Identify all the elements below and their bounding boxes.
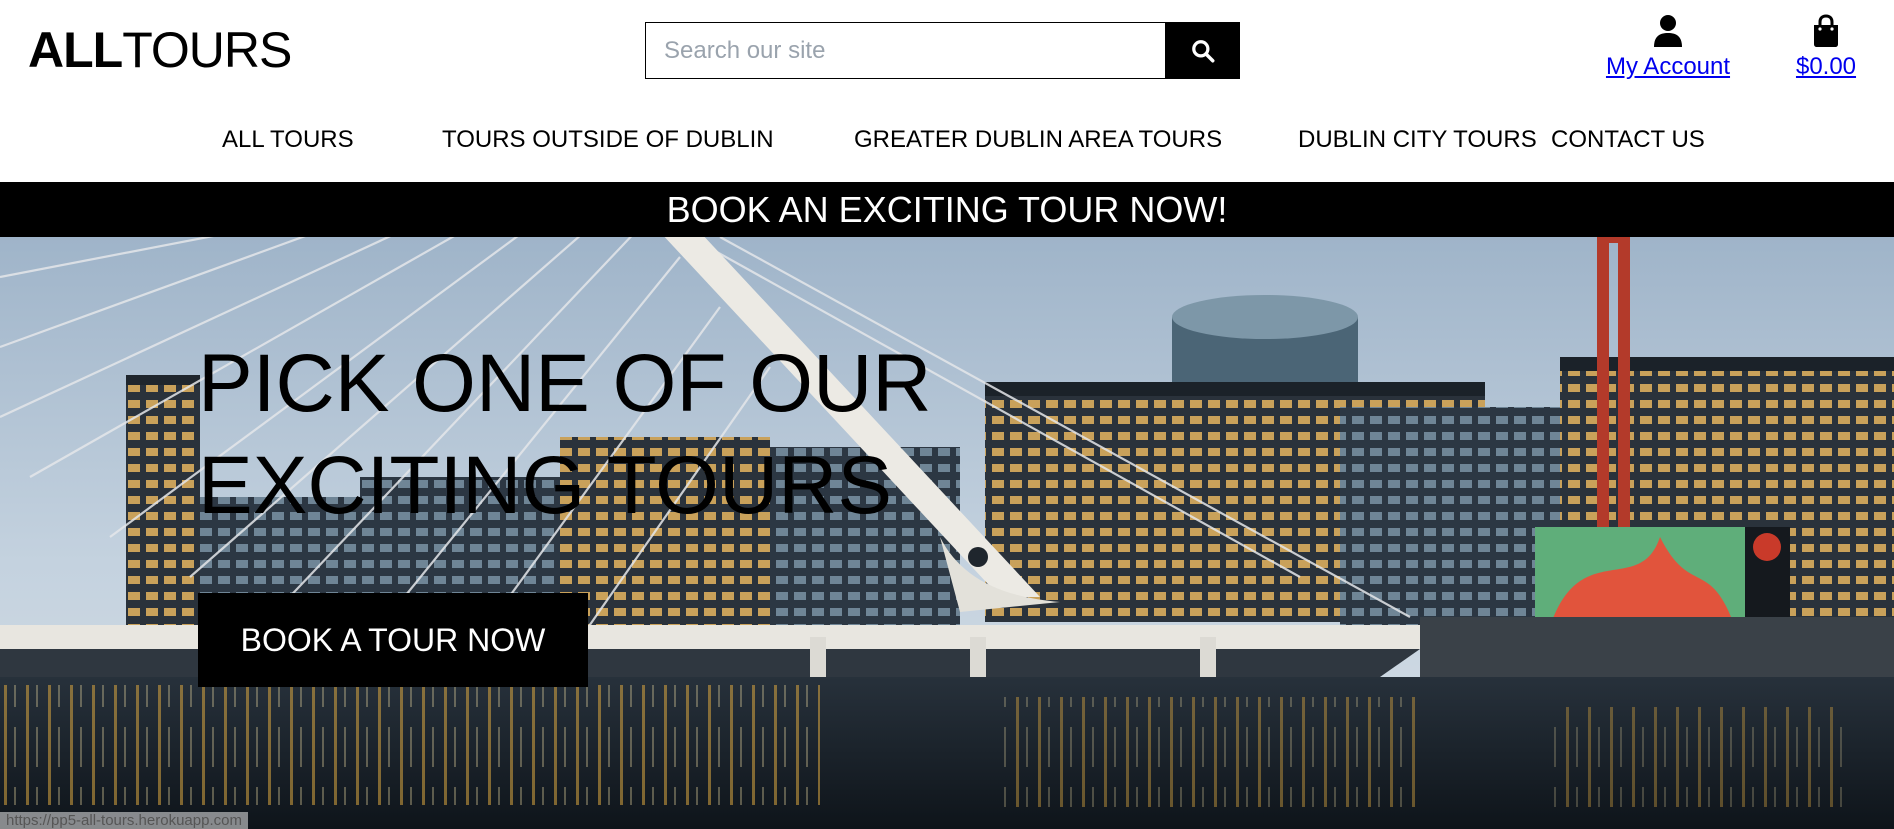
my-account-link[interactable]: My Account (1598, 14, 1738, 82)
shopping-bag-link[interactable]: $0.00 (1786, 14, 1866, 82)
search-input[interactable] (645, 22, 1166, 79)
nav-all-tours[interactable]: ALL TOURS (222, 118, 354, 162)
hero-section: PICK ONE OF OUR EXCITING TOURS BOOK A TO… (0, 237, 1894, 829)
site-logo[interactable]: ALLTOURS (28, 22, 292, 78)
main-nav: ALL TOURS TOURS OUTSIDE OF DUBLIN GREATE… (0, 118, 1894, 158)
hero-title-line-2: EXCITING TOURS (198, 440, 893, 531)
search-button[interactable] (1166, 22, 1240, 79)
logo-strong-text: ALL (28, 22, 123, 78)
my-account-label: My Account (1605, 53, 1731, 80)
nav-dublin-city-tours[interactable]: DUBLIN CITY TOURS (1298, 118, 1537, 162)
site-header: ALLTOURS My Account $0.00 ALL TOURS TOUR… (0, 0, 1894, 182)
search-form (645, 22, 1240, 79)
status-bar-url: https://pp5-all-tours.herokuapp.com (0, 812, 248, 829)
nav-tours-outside-dublin[interactable]: TOURS OUTSIDE OF DUBLIN (442, 118, 774, 162)
user-icon (1654, 15, 1682, 47)
nav-greater-dublin-tours[interactable]: GREATER DUBLIN AREA TOURS (854, 118, 1222, 162)
book-tour-button[interactable]: BOOK A TOUR NOW (198, 593, 588, 687)
nav-contact-us[interactable]: CONTACT US (1551, 118, 1705, 162)
cart-total: $0.00 (1795, 53, 1857, 80)
shopping-bag-icon (1814, 14, 1838, 47)
hero-title: PICK ONE OF OUR EXCITING TOURS (198, 333, 978, 537)
search-icon (1192, 39, 1215, 62)
hero-title-line-1: PICK ONE OF OUR (198, 338, 932, 429)
promo-banner: BOOK AN EXCITING TOUR NOW! (0, 182, 1894, 237)
logo-light-text: TOURS (122, 22, 292, 78)
